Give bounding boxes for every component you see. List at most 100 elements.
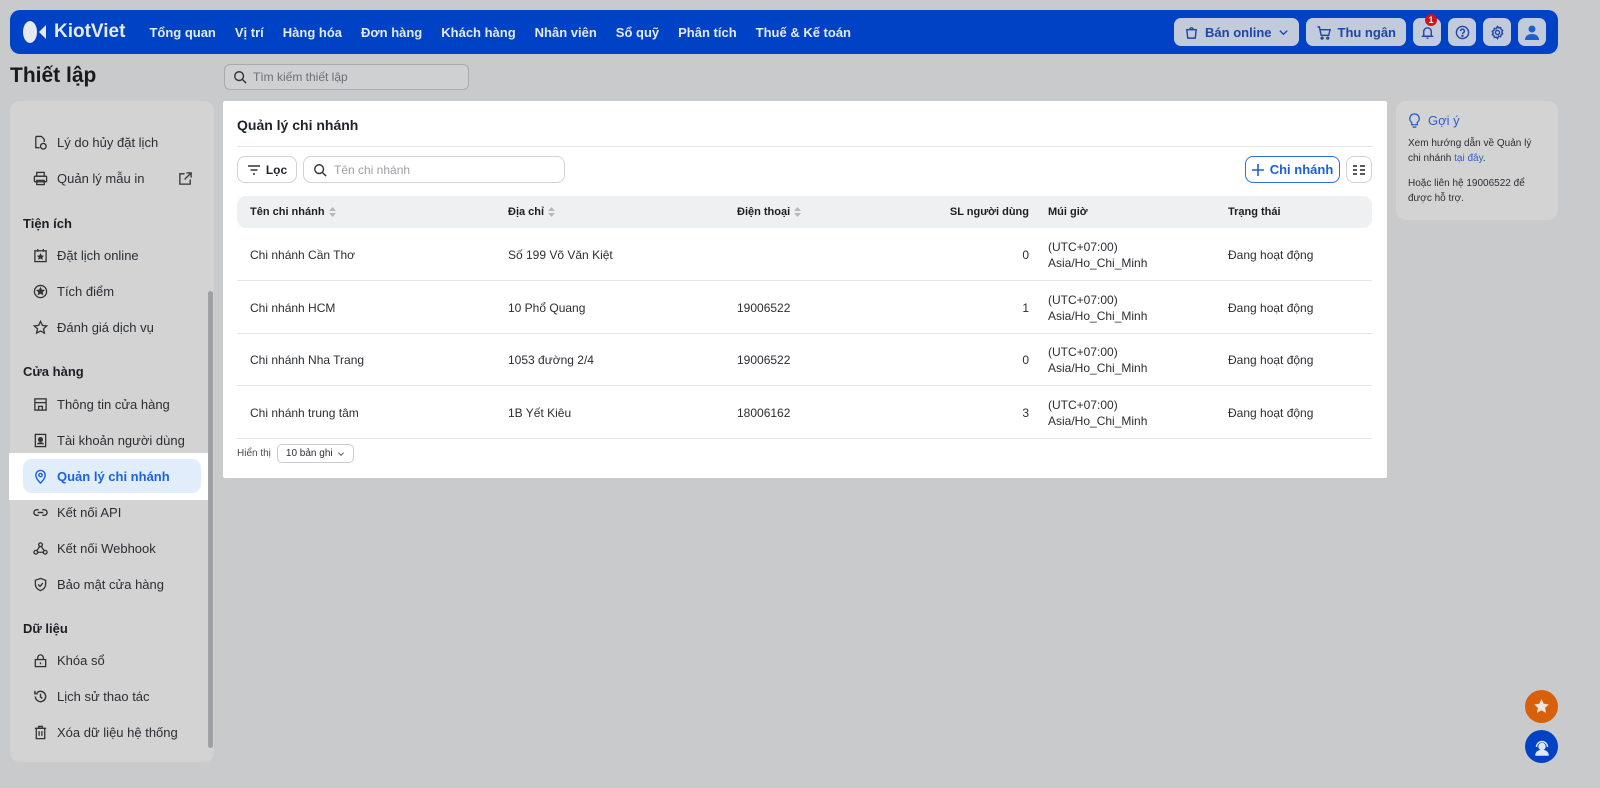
column-header-timezone: Múi giờ [1048, 206, 1088, 218]
sidebar-item-label: Quản lý chi nhánh [57, 468, 170, 484]
sidebar-item-loyalty-points[interactable]: Tích điểm [23, 274, 201, 308]
sidebar-item-label: Tài khoản người dùng [57, 432, 185, 448]
column-header-phone[interactable]: Điện thoại [737, 206, 802, 218]
sidebar-item-label: Đặt lịch online [57, 247, 139, 263]
sidebar-item-webhook[interactable]: Kết nối Webhook [23, 531, 201, 565]
trash-icon [34, 725, 47, 739]
sidebar-item-lock-books[interactable]: Khóa sổ [23, 643, 201, 677]
plus-icon [1251, 163, 1264, 176]
gear-icon [1490, 24, 1504, 40]
table-row[interactable]: Chi nhánh HCM 10 Phổ Quang 19006522 1 (U… [237, 282, 1372, 334]
nav-nhan-vien[interactable]: Nhân viên [535, 25, 597, 40]
sell-online-label: Bán online [1205, 24, 1272, 40]
cell-phone: 19006522 [737, 353, 791, 367]
sidebar-item-label: Quản lý mẫu in [57, 170, 145, 186]
settings-search-placeholder: Tìm kiếm thiết lập [253, 70, 348, 84]
column-settings-button[interactable] [1346, 156, 1372, 183]
chevron-down-icon [1278, 29, 1288, 35]
logo-mark-icon [22, 19, 48, 45]
section-data: Dữ liệu [23, 621, 68, 636]
link-icon [33, 508, 48, 516]
sidebar-item-branch-management[interactable]: Quản lý chi nhánh [23, 459, 201, 493]
page-size-select[interactable]: 10 bản ghi [276, 444, 354, 463]
table-row[interactable]: Chi nhánh Cần Thơ Số 199 Võ Văn Kiệt 0 (… [237, 229, 1372, 281]
cell-name: Chi nhánh Nha Trang [250, 353, 365, 367]
cell-address: 1053 đường 2/4 [508, 353, 594, 367]
settings-search-input[interactable]: Tìm kiếm thiết lập [224, 64, 469, 90]
sell-online-dropdown[interactable]: Bán online [1174, 18, 1299, 46]
nav-thue-ke-toan[interactable]: Thuế & Kế toán [756, 25, 851, 40]
sidebar-item-action-history[interactable]: Lịch sử thao tác [23, 679, 201, 713]
support-chat-button[interactable] [1525, 730, 1558, 763]
nav-so-quy[interactable]: Sổ quỹ [616, 25, 659, 40]
shop-bag-icon [1186, 26, 1198, 39]
sidebar-item-service-rating[interactable]: Đánh giá dịch vụ [23, 310, 201, 344]
favorite-button[interactable] [1525, 690, 1558, 723]
brand-name: KiotViet [54, 21, 126, 42]
user-icon [1525, 25, 1539, 40]
sidebar-item-print-templates[interactable]: Quản lý mẫu in [23, 161, 201, 195]
page-title: Thiết lập [10, 64, 97, 87]
star-icon [33, 319, 48, 334]
nav-hang-hoa[interactable]: Hàng hóa [283, 25, 342, 40]
star-icon [1534, 699, 1549, 713]
nav-vi-tri[interactable]: Vị trí [235, 25, 264, 40]
filter-button[interactable]: Lọc [237, 156, 297, 183]
user-avatar[interactable] [1518, 18, 1546, 46]
cell-user-count: 3 [1022, 405, 1029, 420]
cashier-button[interactable]: Thu ngân [1305, 18, 1406, 46]
shield-check-icon [34, 577, 47, 591]
headset-icon [1534, 740, 1549, 756]
printer-icon [33, 171, 48, 185]
sidebar-item-store-info[interactable]: Thông tin cửa hàng [23, 387, 201, 421]
cell-timezone: (UTC+07:00) Asia/Ho_Chi_Minh [1048, 240, 1148, 270]
sidebar-item-online-booking[interactable]: Đặt lịch online [23, 238, 201, 272]
cell-user-count: 0 [1022, 353, 1029, 367]
nav-don-hang[interactable]: Đơn hàng [361, 25, 422, 40]
nav-tong-quan[interactable]: Tổng quan [149, 25, 215, 40]
branch-search-placeholder: Tên chi nhánh [334, 162, 411, 177]
column-header-address[interactable]: Địa chỉ [508, 206, 556, 218]
list-columns-icon [1353, 164, 1365, 175]
branch-search-input[interactable]: Tên chi nhánh [303, 156, 565, 183]
sidebar-item-label: Xóa dữ liệu hệ thống [57, 724, 178, 740]
kiotviet-logo[interactable]: KiotViet [22, 19, 125, 45]
cell-address: 1B Yết Kiêu [508, 405, 572, 420]
column-header-name[interactable]: Tên chi nhánh [250, 206, 336, 218]
sidebar-item-label: Lý do hủy đặt lịch [57, 134, 159, 150]
sidebar-scrollbar[interactable] [208, 291, 213, 748]
filter-icon [247, 164, 260, 175]
add-branch-button[interactable]: Chi nhánh [1245, 156, 1340, 183]
sidebar-item-store-security[interactable]: Bảo mật cửa hàng [23, 567, 201, 601]
lock-icon [34, 653, 47, 667]
nav-phan-tich[interactable]: Phân tích [678, 25, 737, 40]
column-header-user-count: SL người dùng [949, 206, 1029, 218]
branch-management-panel: Quản lý chi nhánh Lọc Tên chi nhánh Chi … [223, 101, 1387, 478]
bell-icon [1420, 26, 1434, 39]
table-row[interactable]: Chi nhánh trung tâm 1B Yết Kiêu 18006162… [237, 387, 1372, 439]
cell-phone: 18006162 [737, 405, 791, 420]
search-icon [314, 163, 327, 177]
notification-button[interactable]: 1 [1413, 14, 1441, 46]
cashier-label: Thu ngân [1337, 24, 1397, 40]
help-icon [1455, 25, 1469, 39]
cell-name: Chi nhánh trung tâm [250, 405, 359, 420]
help-button[interactable] [1448, 18, 1476, 46]
sidebar-item-api[interactable]: Kết nối API [23, 495, 201, 529]
settings-button[interactable] [1483, 18, 1511, 46]
sidebar-item-delete-data[interactable]: Xóa dữ liệu hệ thống [23, 715, 201, 749]
sidebar-item-user-accounts[interactable]: Tài khoản người dùng [23, 423, 201, 457]
sidebar-item-label: Lịch sử thao tác [57, 688, 150, 704]
cell-timezone: (UTC+07:00) Asia/Ho_Chi_Minh [1048, 345, 1148, 375]
sort-icon [328, 207, 336, 217]
hint-text-contact: Hoặc liên hệ 19006522 để được hỗ trợ. [1408, 178, 1525, 204]
show-label: Hiển thị [237, 448, 271, 459]
external-link-icon[interactable] [178, 171, 193, 186]
nav-khach-hang[interactable]: Khách hàng [441, 25, 515, 40]
table-header: Tên chi nhánh Địa chỉ Điện thoại SL ngườ… [237, 196, 1372, 228]
sidebar-item-label: Thông tin cửa hàng [57, 396, 170, 412]
guide-link[interactable]: tại đây [1454, 153, 1483, 164]
table-row[interactable]: Chi nhánh Nha Trang 1053 đường 2/4 19006… [237, 334, 1372, 386]
sidebar-item-label: Khóa sổ [57, 652, 105, 668]
sidebar-item-cancel-reasons[interactable]: Lý do hủy đặt lịch [23, 125, 201, 159]
